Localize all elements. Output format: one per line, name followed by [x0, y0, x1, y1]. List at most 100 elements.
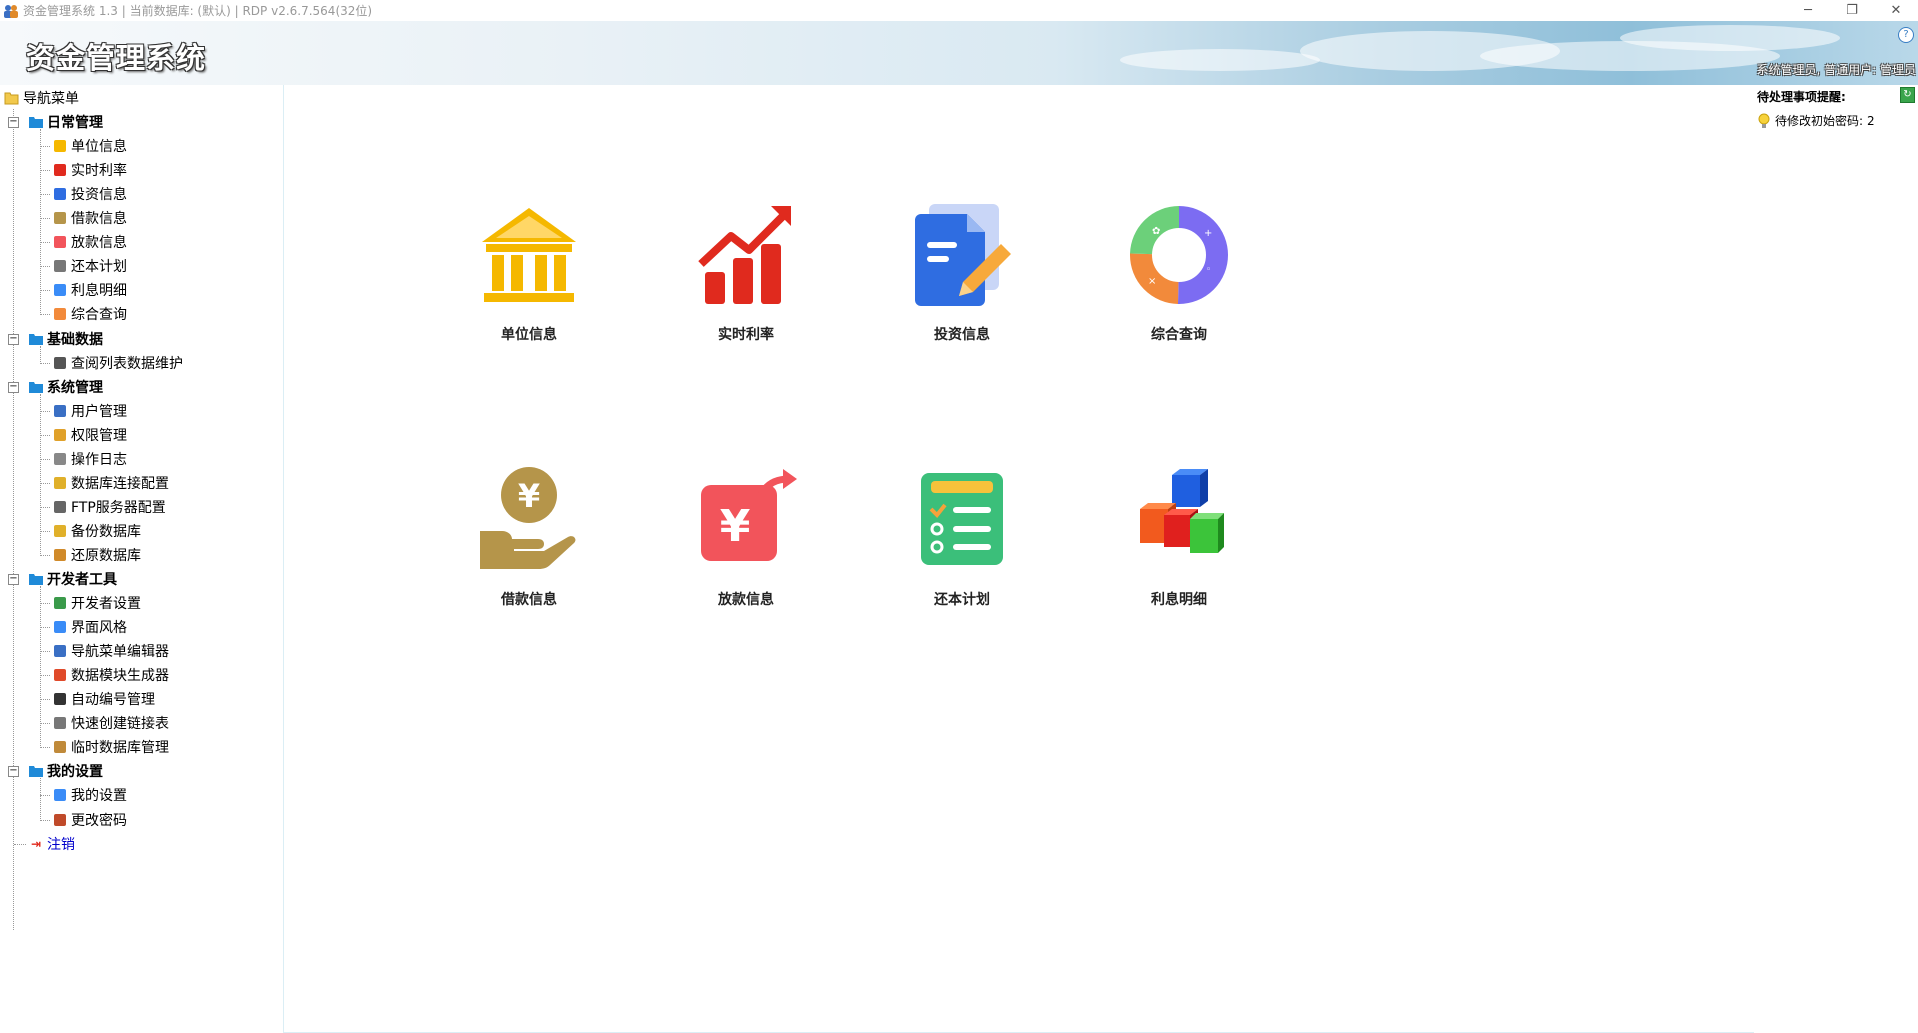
reminder-item-label: 待修改初始密码:	[1775, 114, 1864, 128]
svg-text:✿: ✿	[1152, 226, 1160, 237]
tree-item-label: 界面风格	[71, 620, 127, 637]
navigation-tree: 导航菜单 − 日常管理单位信息实时利率投资信息借款信息放款信息还本计划利息明细综合…	[0, 85, 282, 1032]
tree-item[interactable]: 快速创建链接表	[52, 712, 169, 734]
tree-group[interactable]: 开发者工具	[28, 568, 117, 590]
window-title: 资金管理系统 1.3 | 当前数据库: (默认) | RDP v2.6.7.56…	[23, 4, 373, 18]
tile-investment-info[interactable]: 投资信息	[892, 200, 1032, 370]
reminder-item[interactable]: 待修改初始密码: 2	[1757, 112, 1875, 129]
tree-item[interactable]: 投资信息	[52, 183, 127, 205]
tree-item[interactable]: 开发者设置	[52, 592, 141, 614]
tile-label: 放款信息	[718, 592, 774, 608]
tree-item-label: 用户管理	[71, 403, 127, 420]
tile-combined-query[interactable]: ✿ + ◦ × 综合查询	[1109, 200, 1249, 370]
menu-item-icon	[52, 739, 68, 755]
tree-item[interactable]: 放款信息	[52, 231, 127, 253]
tile-loan-info[interactable]: ¥ 借款信息	[459, 465, 599, 635]
tree-root-label: 导航菜单	[23, 91, 79, 107]
menu-item-icon	[52, 234, 68, 250]
tree-item-label: 实时利率	[71, 163, 127, 180]
tile-lending-info[interactable]: ¥ 放款信息	[676, 465, 816, 635]
tree-item[interactable]: 权限管理	[52, 424, 127, 446]
tree-item[interactable]: 操作日志	[52, 448, 127, 470]
menu-item-icon	[52, 282, 68, 298]
tree-item-label: 借款信息	[71, 211, 127, 228]
refresh-icon[interactable]: ↻	[1900, 87, 1915, 103]
tile-label: 还本计划	[934, 592, 990, 608]
collapse-toggle-icon[interactable]: −	[8, 381, 19, 393]
tree-item[interactable]: 借款信息	[52, 207, 127, 229]
collapse-toggle-icon[interactable]: −	[8, 574, 19, 585]
close-button[interactable]: ✕	[1874, 0, 1918, 21]
tree-group-label: 基础数据	[47, 331, 103, 348]
reminder-panel: 待处理事项提醒: ↻ 待修改初始密码: 2	[1753, 85, 1918, 1032]
tree-group-label: 日常管理	[47, 115, 103, 132]
yen-hand-icon: ¥	[480, 467, 576, 569]
tile-label: 综合查询	[1151, 327, 1207, 343]
bank-icon	[482, 208, 576, 302]
tree-group-label: 我的设置	[47, 764, 103, 781]
menu-item-icon	[52, 499, 68, 515]
tree-item[interactable]: 用户管理	[52, 400, 127, 422]
collapse-toggle-icon[interactable]: −	[8, 766, 19, 778]
tree-group-label: 开发者工具	[47, 572, 117, 588]
folder-icon	[28, 331, 44, 347]
tree-item[interactable]: 还原数据库	[52, 544, 141, 566]
menu-item-icon	[52, 523, 68, 539]
tree-item[interactable]: 实时利率	[52, 159, 127, 181]
help-icon[interactable]: ?	[1898, 27, 1914, 43]
main-content: 单位信息 实时利率 投资信息 ✿ + ◦ × 综合查询 ¥ 借款信息 ¥ 放款信…	[283, 85, 1754, 1033]
menu-item-icon	[52, 667, 68, 683]
menu-item-icon	[52, 595, 68, 611]
tree-item-label: 放款信息	[71, 235, 127, 252]
tile-repayment-plan[interactable]: 还本计划	[892, 465, 1032, 635]
svg-text:¥: ¥	[720, 501, 751, 552]
tree-item-label: 利息明细	[71, 283, 127, 300]
minimize-button[interactable]: ─	[1786, 0, 1830, 21]
tree-item-label: 操作日志	[71, 451, 127, 468]
tree-item[interactable]: 查阅列表数据维护	[52, 352, 183, 374]
tree-item[interactable]: 利息明细	[52, 279, 127, 301]
tree-item[interactable]: 还本计划	[52, 255, 127, 277]
logout-item[interactable]: ⇥ 注销	[28, 833, 75, 855]
reminder-header: 待处理事项提醒:	[1757, 90, 1846, 104]
lightbulb-icon	[1758, 113, 1770, 128]
document-pen-icon	[915, 204, 1011, 306]
svg-text:◦: ◦	[1206, 265, 1211, 275]
menu-item-icon	[52, 403, 68, 419]
tree-item[interactable]: 自动编号管理	[52, 688, 155, 710]
restore-button[interactable]: ❐	[1830, 0, 1874, 21]
tree-item[interactable]: 数据库连接配置	[52, 472, 169, 494]
tree-item[interactable]: FTP服务器配置	[52, 496, 166, 518]
menu-item-icon	[52, 787, 68, 803]
tree-item-label: 单位信息	[71, 139, 127, 156]
menu-item-icon	[52, 210, 68, 226]
svg-text:¥: ¥	[518, 477, 540, 515]
menu-item-icon	[52, 475, 68, 491]
tile-interest-detail[interactable]: 利息明细	[1109, 465, 1249, 635]
tree-item[interactable]: 备份数据库	[52, 520, 141, 542]
menu-item-icon	[52, 812, 68, 828]
tree-item[interactable]: 单位信息	[52, 135, 127, 157]
tree-item-label: 还本计划	[71, 259, 127, 276]
tree-item[interactable]: 临时数据库管理	[52, 736, 169, 758]
tree-item[interactable]: 更改密码	[52, 809, 127, 831]
yen-out-icon: ¥	[701, 469, 797, 561]
tile-realtime-rate[interactable]: 实时利率	[676, 200, 816, 370]
tile-label: 借款信息	[501, 592, 557, 608]
tree-item[interactable]: 数据模块生成器	[52, 664, 169, 686]
tree-item[interactable]: 界面风格	[52, 616, 127, 638]
tree-item[interactable]: 我的设置	[52, 784, 127, 806]
collapse-toggle-icon[interactable]: −	[8, 333, 19, 345]
collapse-toggle-icon[interactable]: −	[8, 117, 19, 129]
tile-unit-info[interactable]: 单位信息	[459, 200, 599, 370]
tile-label: 投资信息	[934, 327, 990, 343]
menu-item-icon	[52, 643, 68, 659]
tree-item-label: 自动编号管理	[71, 692, 155, 709]
tree-root[interactable]: 导航菜单	[4, 87, 79, 109]
folder-icon	[28, 379, 44, 395]
menu-item-icon	[52, 162, 68, 178]
tile-label: 利息明细	[1151, 592, 1207, 608]
tree-item[interactable]: 导航菜单编辑器	[52, 640, 169, 662]
folder-icon	[28, 763, 44, 779]
tree-item[interactable]: 综合查询	[52, 303, 127, 325]
